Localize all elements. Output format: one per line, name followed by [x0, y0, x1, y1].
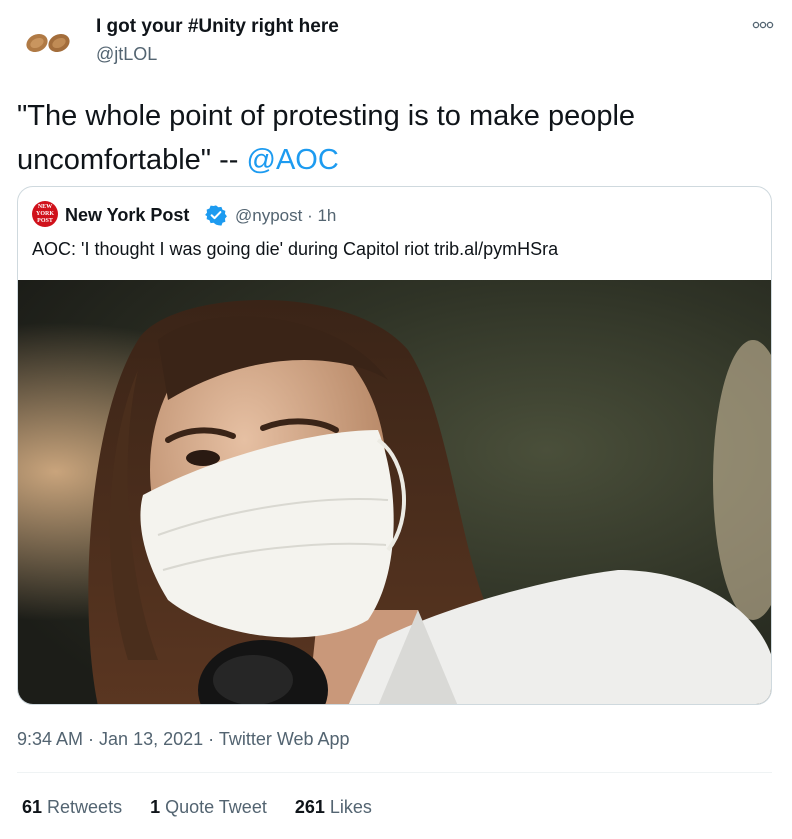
quoted-author-name: New York Post [65, 205, 190, 225]
meta-separator: · [203, 729, 219, 749]
tweet-container: I got your #Unity right here @jtLOL "The… [0, 0, 792, 839]
likes-stat[interactable]: 261 Likes [295, 797, 372, 818]
tweet-meta: 9:34 AM · Jan 13, 2021 · Twitter Web App [17, 729, 350, 750]
quote-tweets-count: 1 [150, 797, 161, 817]
tweet-date[interactable]: Jan 13, 2021 [99, 729, 203, 749]
photo-woman-in-face-mask [18, 280, 771, 704]
mention-link[interactable]: @AOC [247, 144, 339, 176]
retweets-stat[interactable]: 61 Retweets [22, 797, 122, 818]
nypost-logo-line: YORK [36, 210, 54, 217]
nypost-avatar[interactable]: NEW YORK POST [32, 201, 58, 227]
quoted-tweet-image[interactable] [18, 280, 771, 704]
meta-separator: · [83, 729, 100, 749]
likes-count: 261 [294, 797, 325, 817]
retweets-count: 61 [22, 797, 43, 817]
quote-tweets-label: Quote Tweet [165, 797, 267, 817]
likes-label: Likes [329, 797, 372, 817]
retweets-label: Retweets [47, 797, 123, 817]
tweet-text: "The whole point of protesting is to mak… [17, 94, 777, 182]
author-name[interactable]: I got your #Unity right here [96, 16, 339, 38]
more-options-button[interactable] [748, 16, 778, 34]
nypost-logo-line: POST [37, 217, 53, 224]
quote-tweets-stat[interactable]: 1 Quote Tweet [150, 797, 267, 818]
author-avatar[interactable] [17, 12, 79, 74]
quoted-tweet-text: AOC: 'I thought I was going die' during … [32, 239, 559, 259]
tweet-time[interactable]: 9:34 AM [17, 729, 83, 749]
verified-badge-icon [205, 204, 227, 226]
more-dots-icon [752, 21, 774, 29]
quoted-tweet-card[interactable]: NEW YORK POST New York Post @nypost · 1h… [17, 186, 772, 705]
nypost-logo-line: NEW [37, 203, 53, 210]
engagement-stats: 61 Retweets 1 Quote Tweet 261 Likes [22, 797, 400, 818]
almonds-avatar-icon [26, 34, 70, 52]
author-handle[interactable]: @jtLOL [96, 44, 157, 65]
source-app-link[interactable]: Twitter Web App [219, 729, 350, 749]
quoted-handle-time: @nypost · 1h [235, 206, 337, 225]
divider [17, 772, 772, 773]
